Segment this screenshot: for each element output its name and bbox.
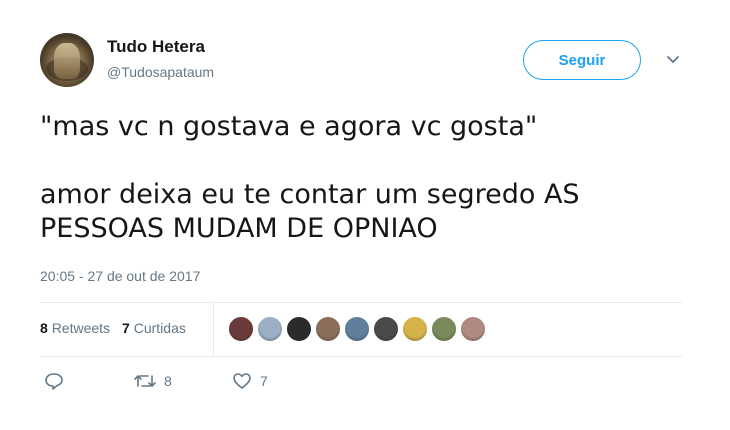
retweets-label: Retweets [51, 320, 111, 336]
chevron-down-icon[interactable] [664, 52, 682, 68]
stats-separator [213, 303, 214, 356]
heart-icon [233, 373, 251, 389]
retweet-button[interactable]: 8 [134, 373, 232, 389]
liker-avatar[interactable] [257, 316, 283, 342]
likes-label: Curtidas [133, 320, 186, 336]
liker-avatar[interactable] [373, 316, 399, 342]
liker-avatar[interactable] [402, 316, 428, 342]
author-name[interactable]: Tudo Hetera [107, 37, 205, 57]
liker-avatar[interactable] [344, 316, 370, 342]
engagement-stats: 8 Retweets 7 Curtidas [40, 320, 186, 336]
tweet-timestamp[interactable]: 20:05 - 27 de out de 2017 [40, 268, 200, 284]
retweet-icon [134, 375, 156, 387]
like-button[interactable]: 7 [232, 372, 268, 390]
reply-icon [45, 373, 63, 390]
retweet-count: 8 [164, 373, 172, 389]
likes-stat[interactable]: 7 Curtidas [122, 320, 186, 336]
tweet-actions: 8 7 [44, 372, 268, 390]
reply-button[interactable] [44, 372, 134, 390]
liker-avatar[interactable] [315, 316, 341, 342]
liker-avatar[interactable] [460, 316, 486, 342]
retweets-stat[interactable]: 8 Retweets [40, 320, 110, 336]
liker-avatar[interactable] [431, 316, 457, 342]
retweets-count: 8 [40, 320, 48, 336]
liker-avatars [228, 316, 486, 342]
tweet-text: "mas vc n gostava e agora vc gosta" amor… [40, 111, 580, 244]
liker-avatar[interactable] [286, 316, 312, 342]
like-count: 7 [260, 373, 268, 389]
author-handle[interactable]: @Tudosapataum [107, 64, 214, 80]
divider-bottom [40, 356, 682, 357]
avatar-figure [54, 43, 80, 79]
author-avatar[interactable] [40, 33, 94, 87]
divider-top [40, 302, 682, 303]
likes-count: 7 [122, 320, 130, 336]
follow-button[interactable]: Seguir [523, 40, 641, 80]
liker-avatar[interactable] [228, 316, 254, 342]
